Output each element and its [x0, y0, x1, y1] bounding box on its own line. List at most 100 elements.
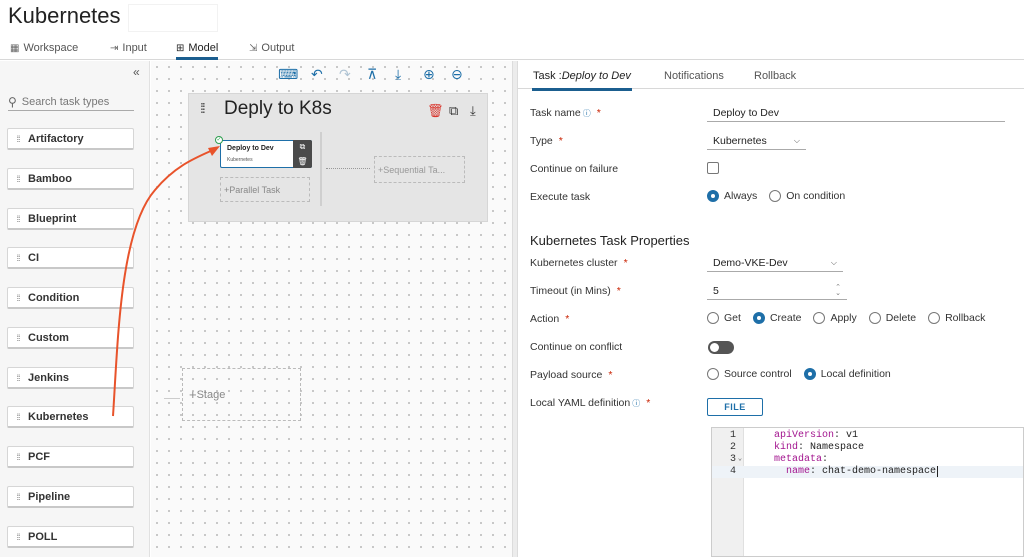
tab-notifications[interactable]: Notifications — [664, 70, 724, 82]
yaml-value: v1 — [846, 430, 859, 441]
collapse-all-icon[interactable]: ⊼ — [367, 66, 377, 83]
cluster-select[interactable]: Demo-VKE-Dev ⌵ — [707, 255, 843, 272]
grip-icon: ⁞⁞ — [16, 411, 20, 422]
radio-apply[interactable]: Apply — [813, 312, 857, 324]
stage-grip-icon[interactable]: ⁞⁞ — [200, 100, 206, 116]
keyboard-icon[interactable]: ⌨ — [278, 66, 298, 83]
required-marker: * — [565, 313, 570, 325]
palette-item-custom[interactable]: ⁞⁞ Custom — [7, 327, 134, 349]
tab-output-label: Output — [261, 42, 295, 54]
timeout-input[interactable] — [707, 283, 847, 300]
grip-icon: ⁞⁞ — [16, 332, 20, 343]
chevron-down-icon: ⌵ — [830, 258, 837, 267]
tab-output[interactable]: ⇲ Output — [249, 42, 294, 54]
grip-icon: ⁞⁞ — [16, 173, 20, 184]
palette-item-kubernetes[interactable]: ⁞⁞ Kubernetes — [7, 406, 134, 428]
palette-item-label: CI — [28, 251, 39, 264]
add-stage[interactable]: + Stage — [182, 368, 301, 421]
task-name-label-text: Task name — [530, 107, 581, 119]
yaml-editor[interactable]: 1 apiVersion: v1 2 kind: Namespace 3 ⌄ me… — [711, 427, 1024, 557]
delete-task-icon[interactable]: 🗑 — [297, 157, 307, 166]
add-sequential-task[interactable]: + Sequential Ta... — [374, 156, 465, 183]
grip-icon: ⁞⁞ — [16, 451, 20, 462]
radio-dot — [769, 190, 782, 202]
search-icon: ⚲ — [8, 94, 17, 109]
radio-source-control[interactable]: Source control — [707, 368, 792, 380]
action-radios: Get Create Apply Delete Rollback — [707, 312, 985, 324]
palette-item-condition[interactable]: ⁞⁞ Condition — [7, 287, 134, 309]
radio-rollback[interactable]: Rollback — [928, 312, 985, 324]
radio-on-condition-label: On condition — [786, 190, 846, 202]
local-yaml-label-text: Local YAML definition — [530, 397, 631, 409]
radio-dot — [707, 312, 719, 324]
radio-local-definition[interactable]: Local definition — [803, 368, 891, 380]
zoom-in-icon[interactable]: ⊕ — [423, 66, 435, 83]
search-input[interactable] — [21, 95, 127, 108]
file-button[interactable]: FILE — [707, 398, 763, 416]
check-icon: ✓ — [215, 136, 223, 144]
local-yaml-label: Local YAML definition ⓘ * — [530, 397, 650, 409]
tab-input-label: Input — [122, 42, 147, 54]
tab-task[interactable]: Task :Deploy to Dev — [532, 70, 632, 91]
title-edit-box[interactable] — [128, 4, 218, 32]
radio-get[interactable]: Get — [707, 312, 741, 324]
undo-icon[interactable]: ↶ — [311, 66, 323, 83]
info-icon[interactable]: ⓘ — [632, 399, 640, 408]
tab-workspace[interactable]: ▦ Workspace — [10, 42, 78, 54]
app-title: Kubernetes — [8, 3, 121, 28]
radio-rollback-label: Rollback — [945, 312, 986, 324]
timeout-label: Timeout (in Mins) * — [530, 285, 621, 297]
palette-item-label: Bamboo — [28, 172, 72, 185]
fold-icon[interactable]: ⌄ — [736, 454, 744, 466]
type-label: Type * — [530, 135, 563, 147]
copy-task-icon[interactable]: ⧉ — [300, 142, 306, 152]
radio-on-condition[interactable]: On condition — [769, 190, 845, 202]
radio-always[interactable]: Always — [707, 190, 757, 202]
zoom-out-icon[interactable]: ⊖ — [451, 66, 463, 83]
continue-on-conflict-toggle[interactable] — [708, 341, 734, 354]
palette-item-artifactory[interactable]: ⁞⁞ Artifactory — [7, 128, 134, 150]
task-properties-panel: Task :Deploy to Dev Notifications Rollba… — [518, 61, 1024, 557]
line-number: 1 — [729, 430, 736, 441]
palette-item-bamboo[interactable]: ⁞⁞ Bamboo — [7, 168, 134, 190]
stage-deply-to-k8s[interactable]: ⁞⁞ Deply to K8s 🗑 ⧉ ⤓ Deploy to Dev Kube… — [188, 93, 488, 222]
radio-always-label: Always — [724, 190, 758, 202]
stage-title: Deply to K8s — [224, 98, 332, 119]
info-icon[interactable]: ⓘ — [583, 109, 591, 118]
expand-all-icon[interactable]: ⤓ — [395, 66, 401, 83]
tab-input[interactable]: ⇥ Input — [110, 42, 147, 54]
pipeline-canvas[interactable]: ⌨ ↶ ↷ ⊼ ⤓ ⊕ ⊖ ⁞⁞ Deply to K8s 🗑 ⧉ ⤓ Depl… — [151, 61, 512, 557]
model-icon: ⊞ — [176, 42, 185, 54]
palette-item-poll[interactable]: ⁞⁞ POLL — [7, 526, 134, 548]
continue-on-failure-checkbox[interactable] — [707, 162, 719, 174]
palette-item-jenkins[interactable]: ⁞⁞ Jenkins — [7, 367, 134, 389]
task-name-input[interactable] — [707, 105, 1005, 122]
palette-item-pcf[interactable]: ⁞⁞ PCF — [7, 446, 134, 468]
palette-item-ci[interactable]: ⁞⁞ CI — [7, 247, 134, 269]
grip-icon: ⁞⁞ — [16, 133, 20, 144]
redo-icon[interactable]: ↷ — [339, 66, 351, 83]
tab-rollback[interactable]: Rollback — [754, 70, 796, 82]
palette-item-blueprint[interactable]: ⁞⁞ Blueprint — [7, 208, 134, 230]
radio-delete[interactable]: Delete — [868, 312, 916, 324]
collapse-icon[interactable]: « — [133, 65, 140, 79]
delete-stage-icon[interactable]: 🗑 — [427, 103, 444, 119]
duplicate-stage-icon[interactable]: ⧉ — [449, 103, 458, 119]
plus-icon: + — [189, 387, 197, 402]
stage-menu-icon[interactable]: ⤓ — [470, 103, 476, 119]
tab-workspace-label: Workspace — [23, 42, 79, 54]
tab-model[interactable]: ⊞ Model — [176, 42, 219, 60]
radio-dot-selected — [707, 190, 719, 202]
palette-item-label: Jenkins — [28, 371, 69, 384]
yaml-key: kind — [774, 442, 799, 453]
radio-create[interactable]: Create — [752, 312, 801, 324]
stepper-icon[interactable]: ⌃ ⌄ — [835, 284, 841, 297]
section-title: Kubernetes Task Properties — [530, 233, 690, 248]
type-select[interactable]: Kubernetes ⌵ — [707, 133, 806, 150]
grip-icon: ⁞⁞ — [16, 531, 20, 542]
required-marker: * — [616, 285, 621, 297]
palette-item-label: Custom — [28, 331, 69, 344]
palette-item-pipeline[interactable]: ⁞⁞ Pipeline — [7, 486, 134, 508]
add-parallel-task[interactable]: + Parallel Task — [220, 177, 310, 202]
radio-dot-selected — [803, 368, 816, 380]
